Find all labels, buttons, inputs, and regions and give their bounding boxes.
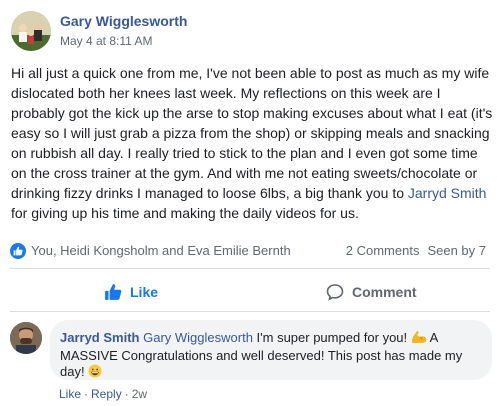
comment-age[interactable]: 2w: [132, 387, 147, 401]
comment-reply-link[interactable]: Reply: [91, 387, 122, 401]
post-author-name[interactable]: Gary Wigglesworth: [60, 13, 187, 29]
like-reaction-icon: [10, 243, 26, 259]
post-body-text-end: for giving up his time and making the da…: [11, 205, 359, 221]
comment-text: I'm super pumped for you!: [252, 330, 411, 345]
comment-like-link[interactable]: Like: [59, 387, 81, 401]
grinning-emoji: [88, 364, 102, 382]
reactions-row: You, Heidi Kongsholm and Eva Emilie Bern…: [10, 241, 490, 261]
comment-button-label: Comment: [352, 284, 417, 300]
reactors-list[interactable]: You, Heidi Kongsholm and Eva Emilie Bern…: [31, 243, 291, 258]
author-avatar[interactable]: [11, 11, 51, 51]
comment-button[interactable]: Comment: [326, 276, 417, 308]
comment-actions: Like · Reply · 2w: [59, 387, 147, 401]
divider: [10, 268, 490, 269]
post-mention-link[interactable]: Jarryd Smith: [408, 185, 487, 201]
separator-dot: ·: [84, 387, 89, 401]
post-body: Hi all just a quick one from me, I've no…: [11, 63, 493, 223]
facebook-post: Gary Wigglesworth May 4 at 8:11 AM Hi al…: [0, 0, 499, 406]
like-thumb-icon: [105, 284, 122, 300]
comment-icon: [326, 284, 344, 301]
divider: [10, 311, 490, 312]
comment-body: Jarryd Smith Gary Wigglesworth I'm super…: [60, 330, 482, 382]
flexed-biceps-emoji: [411, 330, 427, 348]
post-body-text: Hi all just a quick one from me, I've no…: [11, 65, 493, 201]
like-button-label: Like: [130, 284, 159, 300]
post-timestamp[interactable]: May 4 at 8:11 AM: [60, 34, 153, 48]
seen-by-count[interactable]: Seen by 7: [427, 243, 486, 258]
like-button[interactable]: Like: [104, 276, 158, 308]
separator-dot: ·: [124, 387, 129, 401]
comment-mention-link[interactable]: Gary Wigglesworth: [143, 330, 253, 345]
comment-bubble: Jarryd Smith Gary Wigglesworth I'm super…: [50, 320, 492, 380]
engagement-counts: 2 Comments Seen by 7: [338, 243, 486, 258]
comment-author-name[interactable]: Jarryd Smith: [60, 330, 139, 345]
commenter-avatar[interactable]: [10, 322, 42, 354]
comments-count[interactable]: 2 Comments: [346, 243, 420, 258]
